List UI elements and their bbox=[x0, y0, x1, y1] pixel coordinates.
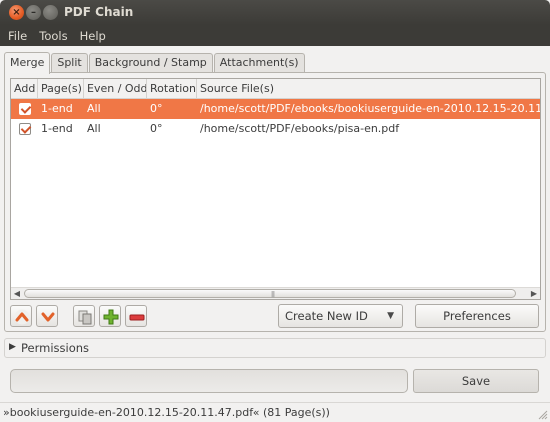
column-header-source-files[interactable]: Source File(s) bbox=[197, 79, 540, 99]
scroll-left-icon[interactable]: ◀ bbox=[11, 288, 23, 299]
menu-help[interactable]: Help bbox=[74, 29, 112, 43]
rotation-cell[interactable]: 0° bbox=[147, 99, 197, 119]
status-text: »bookiuserguide-en-2010.12.15-20.11.47.p… bbox=[3, 406, 330, 419]
remove-icon bbox=[129, 314, 145, 321]
minimize-window-icon[interactable]: – bbox=[26, 5, 41, 20]
source-file-cell: /home/scott/PDF/ebooks/pisa-en.pdf bbox=[200, 122, 400, 135]
even-odd-cell[interactable]: All bbox=[84, 119, 147, 139]
permissions-expander[interactable]: ▶ Permissions bbox=[4, 338, 546, 358]
add-icon bbox=[103, 309, 119, 325]
column-header-even-odd[interactable]: Even / Odd bbox=[84, 79, 147, 99]
add-checkbox[interactable] bbox=[19, 103, 31, 115]
tab-split[interactable]: Split bbox=[51, 53, 88, 73]
move-down-button[interactable] bbox=[36, 305, 58, 327]
preferences-button[interactable]: Preferences bbox=[415, 304, 539, 328]
scrollbar-thumb[interactable]: ||| bbox=[24, 289, 516, 298]
source-file-cell: /home/scott/PDF/ebooks/bookiuserguide-en… bbox=[200, 102, 540, 115]
id-select[interactable]: Create New ID ▼ bbox=[278, 304, 403, 328]
even-odd-cell[interactable]: All bbox=[84, 99, 147, 119]
status-bar: »bookiuserguide-en-2010.12.15-20.11.47.p… bbox=[0, 402, 550, 422]
copy-button[interactable] bbox=[73, 305, 95, 327]
scroll-right-icon[interactable]: ▶ bbox=[528, 288, 540, 299]
menu-bar: File Tools Help bbox=[0, 25, 550, 46]
dropdown-arrow-icon: ▼ bbox=[387, 311, 394, 321]
menu-file[interactable]: File bbox=[2, 29, 33, 43]
tab-attachments[interactable]: Attachment(s) bbox=[213, 53, 305, 73]
copy-icon bbox=[78, 310, 92, 325]
column-header-add[interactable]: Add bbox=[11, 79, 38, 99]
save-button[interactable]: Save bbox=[413, 369, 539, 393]
expander-triangle-icon: ▶ bbox=[9, 342, 16, 352]
resize-grip-icon[interactable] bbox=[538, 410, 548, 420]
menu-tools[interactable]: Tools bbox=[33, 29, 73, 43]
merge-panel: Add Page(s) Even / Odd Rotation Source F… bbox=[4, 72, 546, 332]
id-select-value: Create New ID bbox=[285, 309, 368, 323]
table-row[interactable]: 1-end All 0° /home/scott/PDF/ebooks/pisa… bbox=[11, 119, 540, 139]
table-row[interactable]: 1-end All 0° /home/scott/PDF/ebooks/book… bbox=[11, 99, 540, 119]
maximize-window-icon[interactable] bbox=[43, 5, 58, 20]
column-header-pages[interactable]: Page(s) bbox=[38, 79, 84, 99]
column-header-rotation[interactable]: Rotation bbox=[147, 79, 197, 99]
tab-merge[interactable]: Merge bbox=[4, 52, 51, 74]
add-checkbox[interactable] bbox=[19, 123, 31, 135]
pages-cell[interactable]: 1-end bbox=[38, 119, 84, 139]
source-files-table[interactable]: Add Page(s) Even / Odd Rotation Source F… bbox=[10, 78, 541, 300]
permissions-label: Permissions bbox=[21, 341, 90, 355]
window-title: PDF Chain bbox=[64, 5, 134, 19]
close-window-icon[interactable]: × bbox=[9, 5, 24, 20]
horizontal-scrollbar[interactable]: ◀ ||| ▶ bbox=[11, 287, 540, 299]
pages-cell[interactable]: 1-end bbox=[38, 99, 84, 119]
table-header: Add Page(s) Even / Odd Rotation Source F… bbox=[11, 79, 540, 99]
chevron-down-icon bbox=[41, 312, 55, 322]
remove-file-button[interactable] bbox=[125, 305, 147, 327]
progress-bar bbox=[10, 369, 408, 393]
tab-bar: Merge Split Background / Stamp Attachmen… bbox=[4, 52, 306, 74]
add-file-button[interactable] bbox=[99, 305, 121, 327]
rotation-cell[interactable]: 0° bbox=[147, 119, 197, 139]
tab-background-stamp[interactable]: Background / Stamp bbox=[88, 53, 213, 73]
title-bar: × – PDF Chain bbox=[0, 0, 550, 25]
move-up-button[interactable] bbox=[10, 305, 32, 327]
chevron-up-icon bbox=[14, 309, 30, 325]
